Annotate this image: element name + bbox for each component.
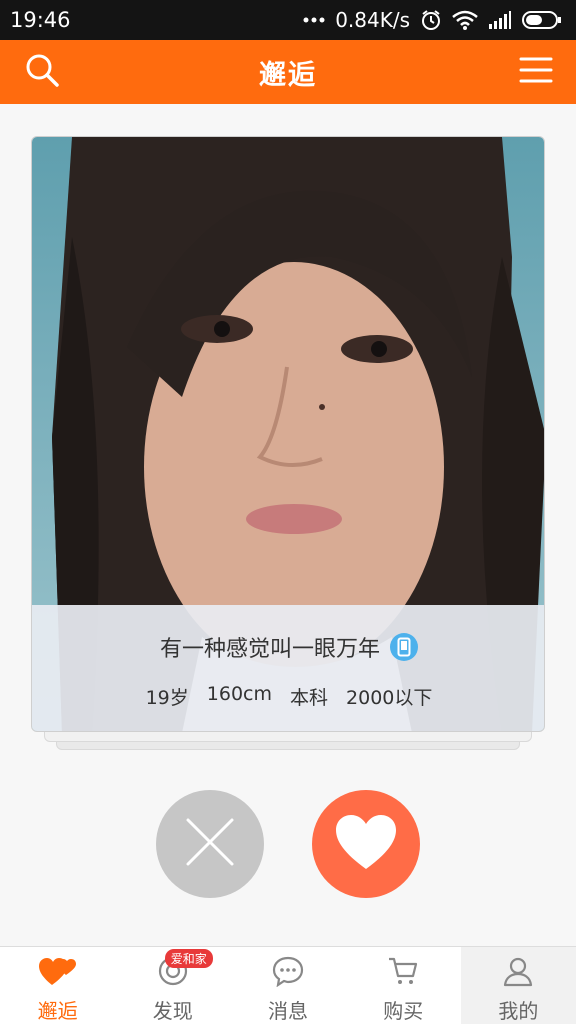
nav-item-buy[interactable]: 购买 bbox=[346, 947, 461, 1024]
status-icons: 0.84K/s bbox=[303, 8, 562, 32]
profile-height: 160cm bbox=[206, 683, 273, 705]
profile-age: 19岁 bbox=[145, 687, 189, 709]
page-title: 邂逅 bbox=[259, 59, 317, 91]
menu-icon bbox=[519, 56, 553, 88]
profile-education: 本科 bbox=[290, 687, 329, 709]
signal-icon bbox=[488, 10, 512, 30]
profile-name: 有一种感觉叫一眼万年 bbox=[159, 637, 380, 662]
nav-badge: 爱和家 bbox=[164, 949, 213, 968]
bottom-nav: 邂逅 爱和家 发现 消息 购买 我的 bbox=[0, 946, 576, 1024]
profile-name-row: 有一种感觉叫一眼万年 bbox=[32, 631, 544, 663]
dislike-button[interactable] bbox=[156, 790, 264, 898]
user-icon bbox=[502, 955, 534, 991]
status-time: 19:46 bbox=[10, 8, 71, 32]
profile-card[interactable]: 有一种感觉叫一眼万年 19岁 160cm 本科 2000以下 bbox=[31, 136, 545, 732]
search-icon bbox=[24, 52, 60, 92]
close-icon bbox=[184, 816, 236, 872]
profile-details: 19岁 160cm 本科 2000以下 bbox=[32, 683, 544, 710]
nav-label: 购买 bbox=[383, 999, 424, 1023]
nav-label: 发现 bbox=[152, 999, 193, 1023]
app-header: 邂逅 bbox=[0, 40, 576, 104]
like-button[interactable] bbox=[312, 790, 420, 898]
search-button[interactable] bbox=[6, 40, 78, 104]
network-speed: 0.84K/s bbox=[335, 8, 410, 32]
heart-icon bbox=[334, 813, 398, 875]
menu-button[interactable] bbox=[500, 40, 572, 104]
more-dots-icon bbox=[303, 16, 325, 24]
nav-item-mine[interactable]: 我的 bbox=[460, 947, 576, 1024]
cart-icon bbox=[387, 955, 419, 991]
nav-item-encounter[interactable]: 邂逅 bbox=[0, 947, 115, 1024]
nav-label: 邂逅 bbox=[37, 999, 78, 1023]
chat-icon bbox=[272, 955, 304, 991]
profile-info-panel: 有一种感觉叫一眼万年 19岁 160cm 本科 2000以下 bbox=[32, 605, 544, 731]
battery-icon bbox=[522, 10, 562, 30]
nav-item-discover[interactable]: 爱和家 发现 bbox=[115, 947, 230, 1024]
hearts-icon bbox=[38, 955, 78, 991]
wifi-icon bbox=[452, 10, 478, 30]
phone-verified-icon bbox=[390, 633, 418, 661]
nav-item-messages[interactable]: 消息 bbox=[230, 947, 345, 1024]
profile-income: 2000以下 bbox=[346, 687, 433, 709]
nav-label: 消息 bbox=[268, 999, 308, 1023]
nav-label: 我的 bbox=[498, 999, 539, 1023]
alarm-icon bbox=[420, 9, 442, 31]
status-bar: 19:46 0.84K/s bbox=[0, 0, 576, 40]
